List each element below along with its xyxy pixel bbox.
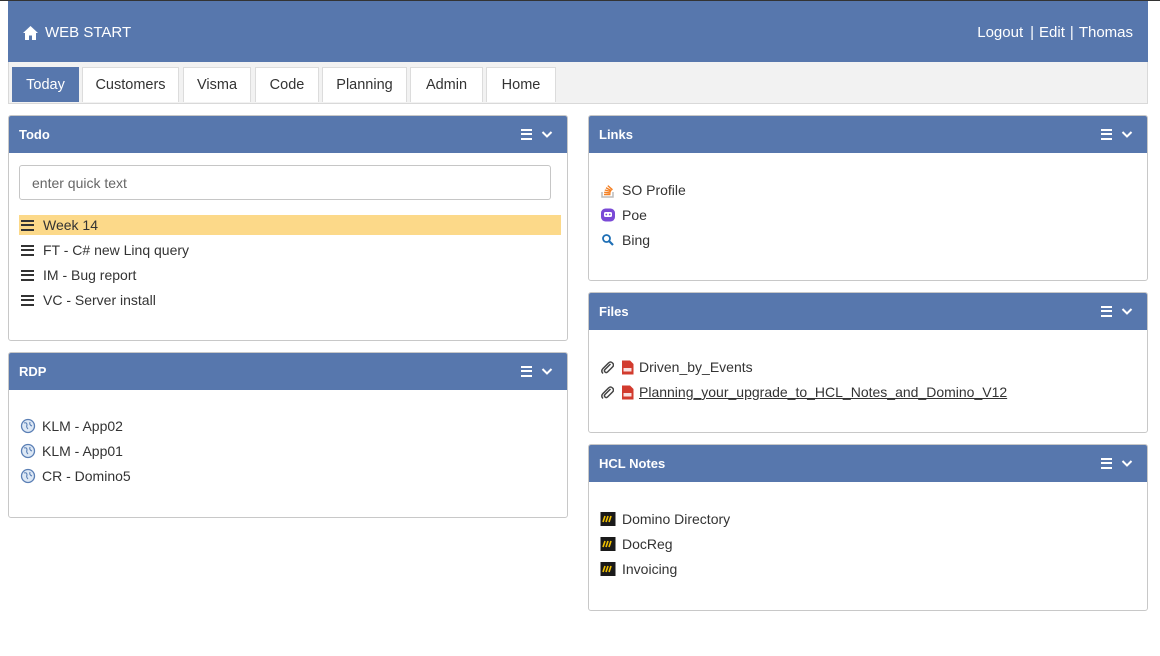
todo-item[interactable]: IM - Bug report	[19, 265, 561, 285]
separator: |	[1030, 24, 1035, 41]
drag-handle-icon[interactable]	[21, 269, 34, 281]
rdp-panel-header: RDP	[9, 353, 567, 390]
panel-title: Links	[599, 127, 633, 142]
files-panel: Files Driven_by_Events Planning_your_upg…	[588, 292, 1148, 433]
drag-handle-icon[interactable]	[21, 294, 34, 306]
separator: |	[1069, 24, 1074, 41]
notes-database-icon	[600, 512, 616, 526]
rdp-panel: RDP KLM - App02 KLM - App01 CR - Domino5	[8, 352, 568, 518]
brand-link[interactable]: WEB START	[22, 24, 131, 41]
file-link-label: Driven_by_Events	[639, 359, 753, 375]
panel-title: Files	[599, 304, 629, 319]
pdf-file-icon	[622, 360, 634, 374]
notes-db-link[interactable]: Domino Directory	[600, 509, 730, 529]
globe-icon	[20, 468, 36, 484]
todo-item-label: VC - Server install	[43, 292, 156, 308]
rdp-link[interactable]: CR - Domino5	[20, 466, 131, 486]
drag-handle-icon[interactable]	[21, 219, 34, 231]
notes-db-label: Domino Directory	[622, 511, 731, 527]
rdp-link[interactable]: KLM - App01	[20, 441, 123, 461]
todo-item-label: IM - Bug report	[43, 267, 137, 283]
link-item[interactable]: Poe	[600, 205, 647, 225]
hcl-notes-panel: HCL Notes Domino Directory DocReg Invoic…	[588, 444, 1148, 611]
todo-panel-header: Todo	[9, 116, 567, 153]
home-icon	[23, 25, 38, 40]
todo-item[interactable]: VC - Server install	[19, 290, 561, 310]
panel-title: Todo	[19, 127, 50, 142]
todo-item[interactable]: FT - C# new Linq query	[19, 240, 561, 260]
chevron-down-icon[interactable]	[1121, 305, 1133, 317]
notes-db-link[interactable]: DocReg	[600, 534, 673, 554]
todo-item-label: FT - C# new Linq query	[43, 242, 190, 258]
tab-planning[interactable]: Planning	[322, 67, 407, 102]
link-label: Poe	[622, 207, 647, 223]
menu-icon[interactable]	[1101, 305, 1112, 317]
tab-bar: Today Customers Visma Code Planning Admi…	[8, 62, 1148, 104]
tab-visma[interactable]: Visma	[183, 67, 251, 102]
paperclip-icon[interactable]	[600, 384, 614, 400]
drag-handle-icon[interactable]	[21, 244, 34, 256]
bing-search-icon	[602, 234, 614, 246]
tab-admin[interactable]: Admin	[410, 67, 483, 102]
user-links: Logout | Edit | Thomas	[977, 24, 1133, 41]
tab-today[interactable]: Today	[12, 67, 79, 102]
menu-icon[interactable]	[521, 365, 532, 377]
menu-icon[interactable]	[1101, 128, 1112, 140]
todo-panel: Todo Week 14 FT - C# new Linq query IM -…	[8, 115, 568, 341]
notes-database-icon	[600, 537, 616, 551]
logout-link[interactable]: Logout	[977, 24, 1023, 41]
hcl-notes-panel-header: HCL Notes	[589, 445, 1147, 482]
files-panel-header: Files	[589, 293, 1147, 330]
tab-code[interactable]: Code	[255, 67, 319, 102]
notes-database-icon	[600, 562, 616, 576]
stackoverflow-icon	[601, 185, 614, 198]
chevron-down-icon[interactable]	[1121, 457, 1133, 469]
links-panel-header: Links	[589, 116, 1147, 153]
panel-title: RDP	[19, 364, 47, 379]
chevron-down-icon[interactable]	[541, 365, 553, 377]
brand-label: WEB START	[45, 24, 132, 41]
link-label: Bing	[622, 232, 651, 248]
paperclip-icon[interactable]	[600, 359, 614, 375]
notes-db-label: Invoicing	[622, 561, 678, 577]
rdp-link-label: CR - Domino5	[42, 468, 131, 484]
edit-link[interactable]: Edit	[1039, 24, 1065, 41]
user-name-link[interactable]: Thomas	[1079, 24, 1133, 41]
poe-icon	[601, 208, 615, 222]
app-header: WEB START Logout | Edit | Thomas	[8, 1, 1148, 62]
rdp-link-label: KLM - App02	[42, 418, 123, 434]
quick-text-input[interactable]	[19, 165, 551, 200]
notes-db-label: DocReg	[622, 536, 673, 552]
tab-home[interactable]: Home	[486, 67, 556, 102]
menu-icon[interactable]	[1101, 457, 1112, 469]
links-panel: Links SO Profile Poe Bing	[588, 115, 1148, 281]
chevron-down-icon[interactable]	[1121, 128, 1133, 140]
todo-item-label: Week 14	[43, 217, 98, 233]
rdp-link[interactable]: KLM - App02	[20, 416, 123, 436]
chevron-down-icon[interactable]	[541, 128, 553, 140]
menu-icon[interactable]	[521, 128, 532, 140]
rdp-link-label: KLM - App01	[42, 443, 123, 459]
file-item[interactable]: Driven_by_Events	[600, 357, 753, 377]
pdf-file-icon	[622, 385, 634, 399]
globe-icon	[20, 443, 36, 459]
panel-title: HCL Notes	[599, 456, 666, 471]
notes-db-link[interactable]: Invoicing	[600, 559, 677, 579]
todo-item[interactable]: Week 14	[19, 215, 561, 235]
file-item[interactable]: Planning_your_upgrade_to_HCL_Notes_and_D…	[600, 382, 1007, 402]
link-item[interactable]: SO Profile	[600, 180, 686, 200]
file-link-label: Planning_your_upgrade_to_HCL_Notes_and_D…	[639, 384, 1008, 400]
link-item[interactable]: Bing	[600, 230, 650, 250]
link-label: SO Profile	[622, 182, 686, 198]
tab-customers[interactable]: Customers	[82, 67, 179, 102]
globe-icon	[20, 418, 36, 434]
